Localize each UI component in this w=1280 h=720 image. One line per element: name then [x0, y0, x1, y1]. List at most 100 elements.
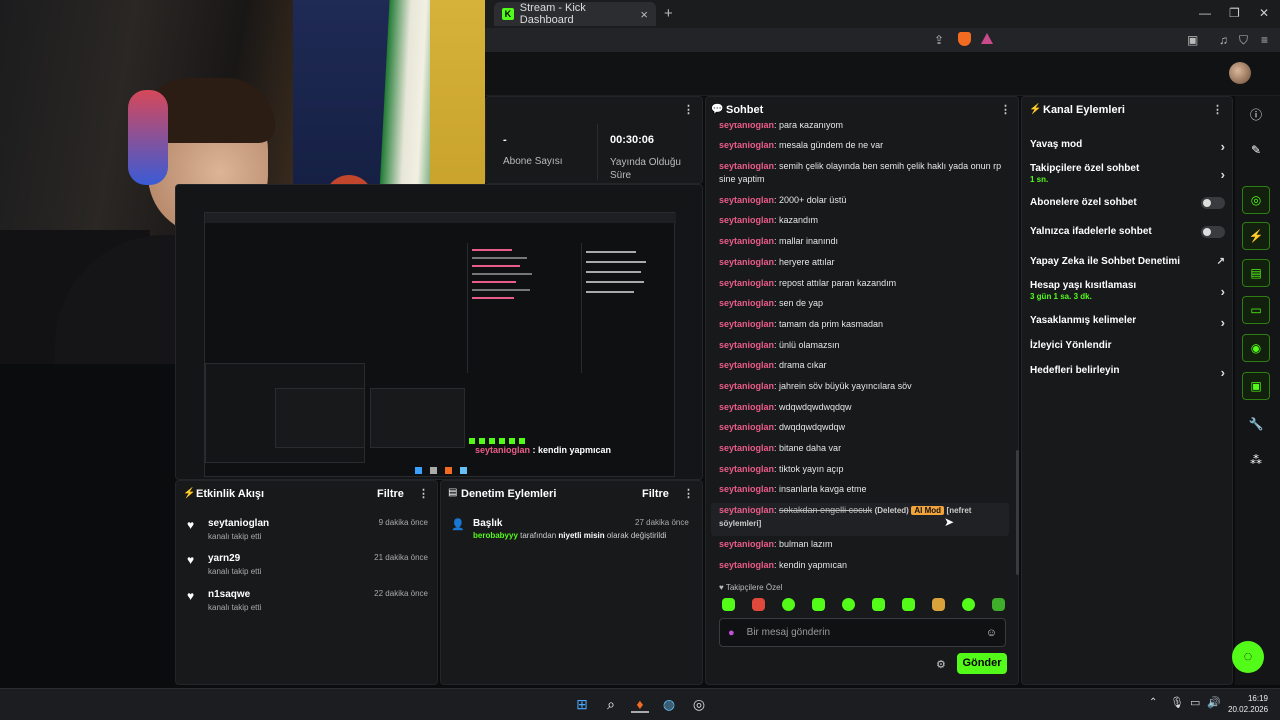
chat-username[interactable]: seytanioglan — [719, 360, 774, 370]
redirect-row[interactable]: İzleyici Yönlendir — [1030, 340, 1225, 351]
share-icon[interactable]: ⇪ — [934, 33, 944, 47]
chat-username[interactable]: seytanioglan — [719, 140, 774, 150]
chat-username[interactable]: seytanioglan — [719, 539, 774, 549]
emote-icon[interactable] — [812, 598, 825, 611]
overlay-username: seytanioglan — [475, 445, 531, 455]
banned-words-row[interactable]: Yasaklanmış kelimeler › — [1030, 315, 1225, 330]
chat-username[interactable]: seytanioglan — [719, 381, 774, 391]
support-chat-button[interactable]: ◌ — [1232, 641, 1264, 673]
chat-username[interactable]: seytanioglan — [719, 195, 774, 205]
emote-icon[interactable] — [722, 598, 735, 611]
chat-username[interactable]: seytanioglan — [719, 257, 774, 267]
chat-message: seytanioglan: ünlü olamazsın — [719, 339, 1009, 352]
address-bar[interactable] — [485, 28, 1280, 52]
emote-icon[interactable] — [782, 598, 795, 611]
brave-shields-icon[interactable] — [958, 32, 971, 46]
emote-icon[interactable] — [902, 598, 915, 611]
send-button[interactable]: Gönder — [957, 653, 1007, 674]
slow-mode-row[interactable]: Yavaş mod › — [1030, 139, 1225, 154]
maximize-button[interactable]: ❐ — [1229, 6, 1240, 20]
chat-username[interactable]: seytanioglan — [719, 319, 774, 329]
tab-title: Stream - Kick Dashboard — [519, 2, 586, 26]
emoji-icon[interactable]: ☺ — [986, 627, 997, 639]
network-icon[interactable]: ▭ — [1190, 696, 1200, 709]
chat-text: : tiktok yayın açıp — [774, 464, 844, 474]
ai-mod-row[interactable]: Yapay Zeka ile Sohbet Denetimi ↗ — [1030, 256, 1225, 267]
video-icon[interactable]: ▣ — [1242, 372, 1270, 400]
chat-username[interactable]: seytanioglan — [719, 340, 774, 350]
emote-icon[interactable] — [962, 598, 975, 611]
music-icon[interactable]: ♫ — [1219, 33, 1228, 47]
chat-menu-icon[interactable]: ⋮ — [1000, 103, 1011, 116]
chat-icon[interactable]: ▭ — [1242, 296, 1270, 324]
brave-browser-icon[interactable]: ♦ — [631, 695, 649, 713]
chat-username[interactable]: seytanioglan — [719, 484, 774, 494]
broadcast-icon[interactable]: ◉ — [1242, 334, 1270, 362]
chat-input[interactable]: ● Bir mesaj gönderin ☺ — [719, 618, 1006, 647]
emote-icon[interactable] — [842, 598, 855, 611]
heart-icon: ♥ — [187, 518, 195, 532]
chat-username[interactable]: seytanioglan — [719, 443, 774, 453]
preview-taskbar — [415, 467, 525, 477]
windows-start-icon[interactable]: ⊞ — [573, 695, 591, 713]
activity-filter-button[interactable]: Filtre — [377, 488, 404, 500]
chat-username[interactable]: seytanioglan — [719, 560, 774, 570]
notes-icon[interactable]: ▤ — [1242, 259, 1270, 287]
age-limit-row[interactable]: Hesap yaşı kısıtlaması 3 gün 1 sa. 3 dk.… — [1030, 280, 1225, 301]
chat-username[interactable]: seytanioglan — [719, 215, 774, 225]
chat-username[interactable]: seytanioglan — [719, 402, 774, 412]
emote-chat-toggle[interactable] — [1201, 226, 1225, 238]
search-icon[interactable]: ⌕ — [602, 695, 620, 713]
moderation-filter-button[interactable]: Filtre — [642, 488, 669, 500]
activity-menu-icon[interactable]: ⋮ — [418, 487, 429, 500]
close-window-button[interactable]: ✕ — [1259, 6, 1269, 20]
avatar[interactable] — [1229, 62, 1251, 84]
deleted-tag: (Deleted) — [874, 506, 909, 515]
camera-focus-icon[interactable]: ◎ — [1242, 186, 1270, 214]
stats-menu-icon[interactable]: ⋮ — [683, 103, 694, 116]
emote-icon[interactable] — [992, 598, 1005, 611]
microphone-icon[interactable]: ● — [728, 627, 735, 639]
brave-rewards-icon[interactable] — [981, 33, 993, 44]
kick-logo-icon: K — [502, 8, 514, 20]
lightning-icon[interactable]: ⚡ — [1242, 222, 1270, 250]
microphone-icon[interactable]: 🎙 — [1170, 696, 1184, 709]
chat-username[interactable]: seytanioglan — [719, 278, 774, 288]
vpn-icon[interactable]: ⛉ — [1239, 33, 1248, 48]
chat-settings-icon[interactable]: ⚙ — [936, 658, 946, 671]
clock[interactable]: 16:19 20.02.2026 — [1228, 693, 1268, 715]
chevron-up-icon[interactable]: ⌃ — [1149, 697, 1157, 708]
obs-icon[interactable]: ◎ — [690, 695, 708, 713]
info-icon[interactable]: ⓘ — [1242, 100, 1270, 128]
new-tab-button[interactable]: + — [664, 5, 673, 22]
menu-icon[interactable]: ≡ — [1261, 33, 1268, 47]
channel-menu-icon[interactable]: ⋮ — [1212, 103, 1223, 116]
volume-icon[interactable]: 🔊 — [1207, 696, 1221, 709]
emote-icon[interactable] — [932, 598, 945, 611]
sidebar-icon[interactable]: ▣ — [1187, 33, 1198, 47]
chat-username[interactable]: seytanioglan — [719, 298, 774, 308]
emote-icon[interactable] — [872, 598, 885, 611]
minimize-button[interactable]: — — [1199, 6, 1211, 20]
followers-chat-row[interactable]: Takipçilere özel sohbet 1 sn. › — [1030, 163, 1225, 184]
wrench-icon[interactable]: 🔧 — [1242, 410, 1270, 438]
activity-action: kanalı takip etti — [208, 532, 262, 541]
chat-username[interactable]: seytanioglan — [719, 464, 774, 474]
browser-tab[interactable]: K Stream - Kick Dashboard × — [494, 2, 656, 26]
moderation-actor[interactable]: berobabyyy — [473, 531, 518, 540]
close-tab-icon[interactable]: × — [640, 7, 648, 22]
stream-preview-video[interactable]: seytanioglan : kendin yapmıcan — [204, 212, 676, 477]
clock-time: 16:19 — [1247, 694, 1268, 703]
moderation-menu-icon[interactable]: ⋮ — [683, 487, 694, 500]
chat-username[interactable]: seytanioglan — [719, 505, 774, 515]
emote-icon[interactable] — [752, 598, 765, 611]
goals-row[interactable]: Hedefleri belirleyin › — [1030, 365, 1225, 380]
chat-username[interactable]: seytanioglan — [719, 422, 774, 432]
chat-username[interactable]: seytanioglan — [719, 236, 774, 246]
chat-username[interactable]: seytanioglan — [719, 161, 774, 171]
steam-icon[interactable]: ◍ — [660, 695, 678, 713]
share-nodes-icon[interactable]: ⁂ — [1242, 446, 1270, 474]
chat-scrollbar[interactable] — [1016, 450, 1019, 575]
edit-icon[interactable]: ✎ — [1242, 136, 1270, 164]
subs-chat-toggle[interactable] — [1201, 197, 1225, 209]
